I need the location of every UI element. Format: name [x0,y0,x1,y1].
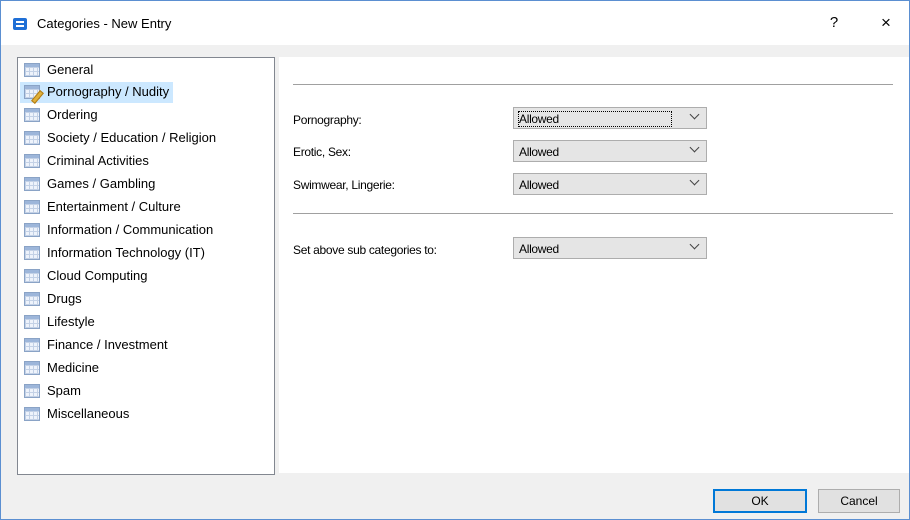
middle-divider [293,213,893,214]
set-subcategories-select[interactable]: Allowed [513,237,707,259]
grid-table-icon [24,407,40,421]
set-subcategories-value: Allowed [519,242,559,256]
set-subcategories-label: Set above sub categories to: [293,243,437,257]
settings-panel: Pornography: Allowed Erotic, Sex: Allowe… [279,57,909,473]
pornography-select[interactable]: Allowed [513,107,707,129]
tree-item-label: Ordering [47,107,98,122]
tree-item-label: Games / Gambling [47,176,156,191]
swimwear-lingerie-value: Allowed [519,178,559,192]
tree-item-label: Society / Education / Religion [47,130,217,145]
pornography-value: Allowed [518,111,672,127]
grid-table-icon [24,292,40,306]
chevron-down-icon [689,239,700,250]
tree-item-cloud-computing[interactable]: Cloud Computing [20,266,151,287]
tree-item-label: Pornography / Nudity [47,84,170,99]
tree-item-label: General [47,62,94,77]
tree-item-spam[interactable]: Spam [20,381,85,402]
tree-item-games-gambling[interactable]: Games / Gambling [20,174,159,195]
tree-item-label: Lifestyle [47,314,95,329]
grid-table-icon [24,108,40,122]
tree-item-criminal-activities[interactable]: Criminal Activities [20,151,153,172]
grid-table-icon [24,177,40,191]
erotic-sex-select[interactable]: Allowed [513,140,707,162]
chevron-down-icon [689,109,700,120]
tree-item-label: Medicine [47,360,100,375]
cancel-button[interactable]: Cancel [818,489,900,513]
app-icon [13,18,27,30]
chevron-down-icon [689,142,700,153]
swimwear-lingerie-label: Swimwear, Lingerie: [293,178,395,192]
tree-item-miscellaneous[interactable]: Miscellaneous [20,404,133,425]
grid-table-icon [24,200,40,214]
grid-table-icon [24,131,40,145]
pornography-label: Pornography: [293,113,362,127]
tree-item-information-communication[interactable]: Information / Communication [20,220,217,241]
tree-item-label: Entertainment / Culture [47,199,181,214]
tree-item-general[interactable]: General [20,60,97,81]
tree-item-label: Finance / Investment [47,337,168,352]
tree-item-label: Miscellaneous [47,406,130,421]
tree-item-lifestyle[interactable]: Lifestyle [20,312,99,333]
tree-item-label: Spam [47,383,81,398]
grid-table-icon [24,223,40,237]
window-title: Categories - New Entry [37,16,172,31]
category-tree[interactable]: General Pornography / Nudity Ordering So… [17,57,275,475]
tree-item-entertainment-culture[interactable]: Entertainment / Culture [20,197,185,218]
tree-item-finance-investment[interactable]: Finance / Investment [20,335,172,356]
grid-table-icon [24,269,40,283]
dialog-window: Categories - New Entry ? × General Porno… [0,0,910,520]
top-divider [293,84,893,85]
tree-item-medicine[interactable]: Medicine [20,358,103,379]
tree-item-drugs[interactable]: Drugs [20,289,86,310]
grid-table-icon [24,315,40,329]
grid-table-icon [24,361,40,375]
erotic-sex-value: Allowed [519,145,559,159]
grid-table-icon [24,154,40,168]
swimwear-lingerie-select[interactable]: Allowed [513,173,707,195]
erotic-sex-label: Erotic, Sex: [293,145,351,159]
title-bar: Categories - New Entry ? × [1,1,909,45]
tree-item-society-education-religion[interactable]: Society / Education / Religion [20,128,220,149]
grid-edit-icon [24,85,44,104]
help-button[interactable]: ? [811,9,857,37]
grid-table-icon [24,63,40,77]
chevron-down-icon [689,175,700,186]
ok-button[interactable]: OK [713,489,807,513]
tree-item-label: Information Technology (IT) [47,245,205,260]
grid-table-icon [24,384,40,398]
grid-table-icon [24,338,40,352]
close-button[interactable]: × [863,9,909,37]
tree-item-label: Drugs [47,291,82,306]
tree-item-pornography-nudity[interactable]: Pornography / Nudity [20,82,174,104]
tree-item-label: Criminal Activities [47,153,149,168]
tree-item-label: Information / Communication [47,222,214,237]
tree-item-label: Cloud Computing [47,268,148,283]
grid-table-icon [24,246,40,260]
tree-item-information-technology[interactable]: Information Technology (IT) [20,243,209,264]
tree-item-ordering[interactable]: Ordering [20,105,102,126]
